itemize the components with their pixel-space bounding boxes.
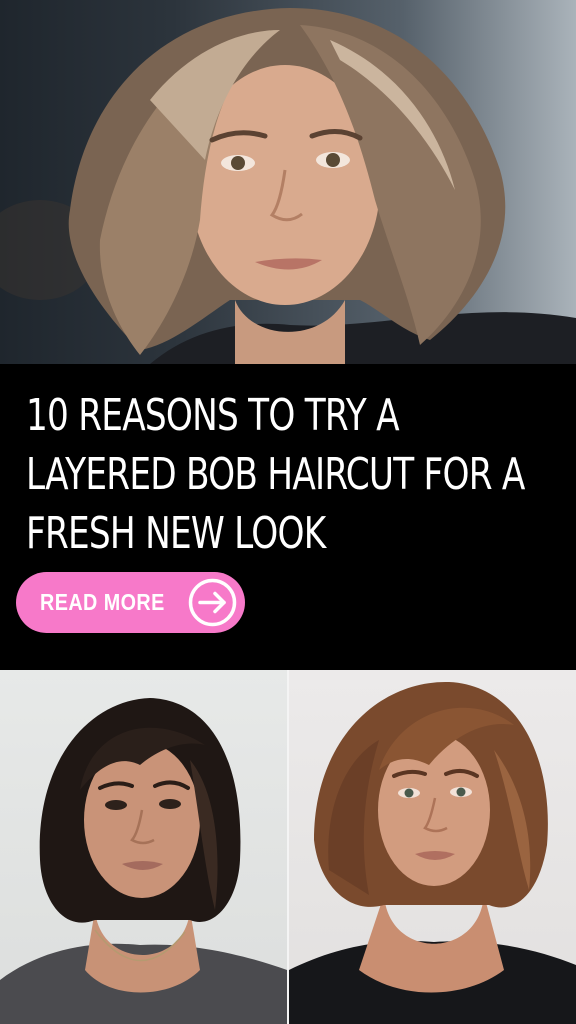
woman-dark-layered-bob-photo	[0, 670, 287, 1024]
headline: 10 REASONS TO TRY A LAYERED BOB HAIRCUT …	[26, 386, 525, 563]
headline-line-1: 10 REASONS TO TRY A	[26, 390, 400, 441]
read-more-button[interactable]: READ MORE	[16, 572, 245, 633]
read-more-label: READ MORE	[40, 589, 165, 615]
headline-banner: 10 REASONS TO TRY A LAYERED BOB HAIRCUT …	[0, 364, 576, 670]
headline-line-3: FRESH NEW LOOK	[26, 508, 326, 559]
woman-layered-bob-highlights-photo	[0, 0, 576, 364]
arrow-right-circle-icon	[187, 577, 238, 628]
pin-card: 10 REASONS TO TRY A LAYERED BOB HAIRCUT …	[0, 0, 576, 1024]
headline-line-2: LAYERED BOB HAIRCUT FOR A	[26, 449, 525, 500]
woman-auburn-layered-bob-photo	[289, 670, 576, 1024]
